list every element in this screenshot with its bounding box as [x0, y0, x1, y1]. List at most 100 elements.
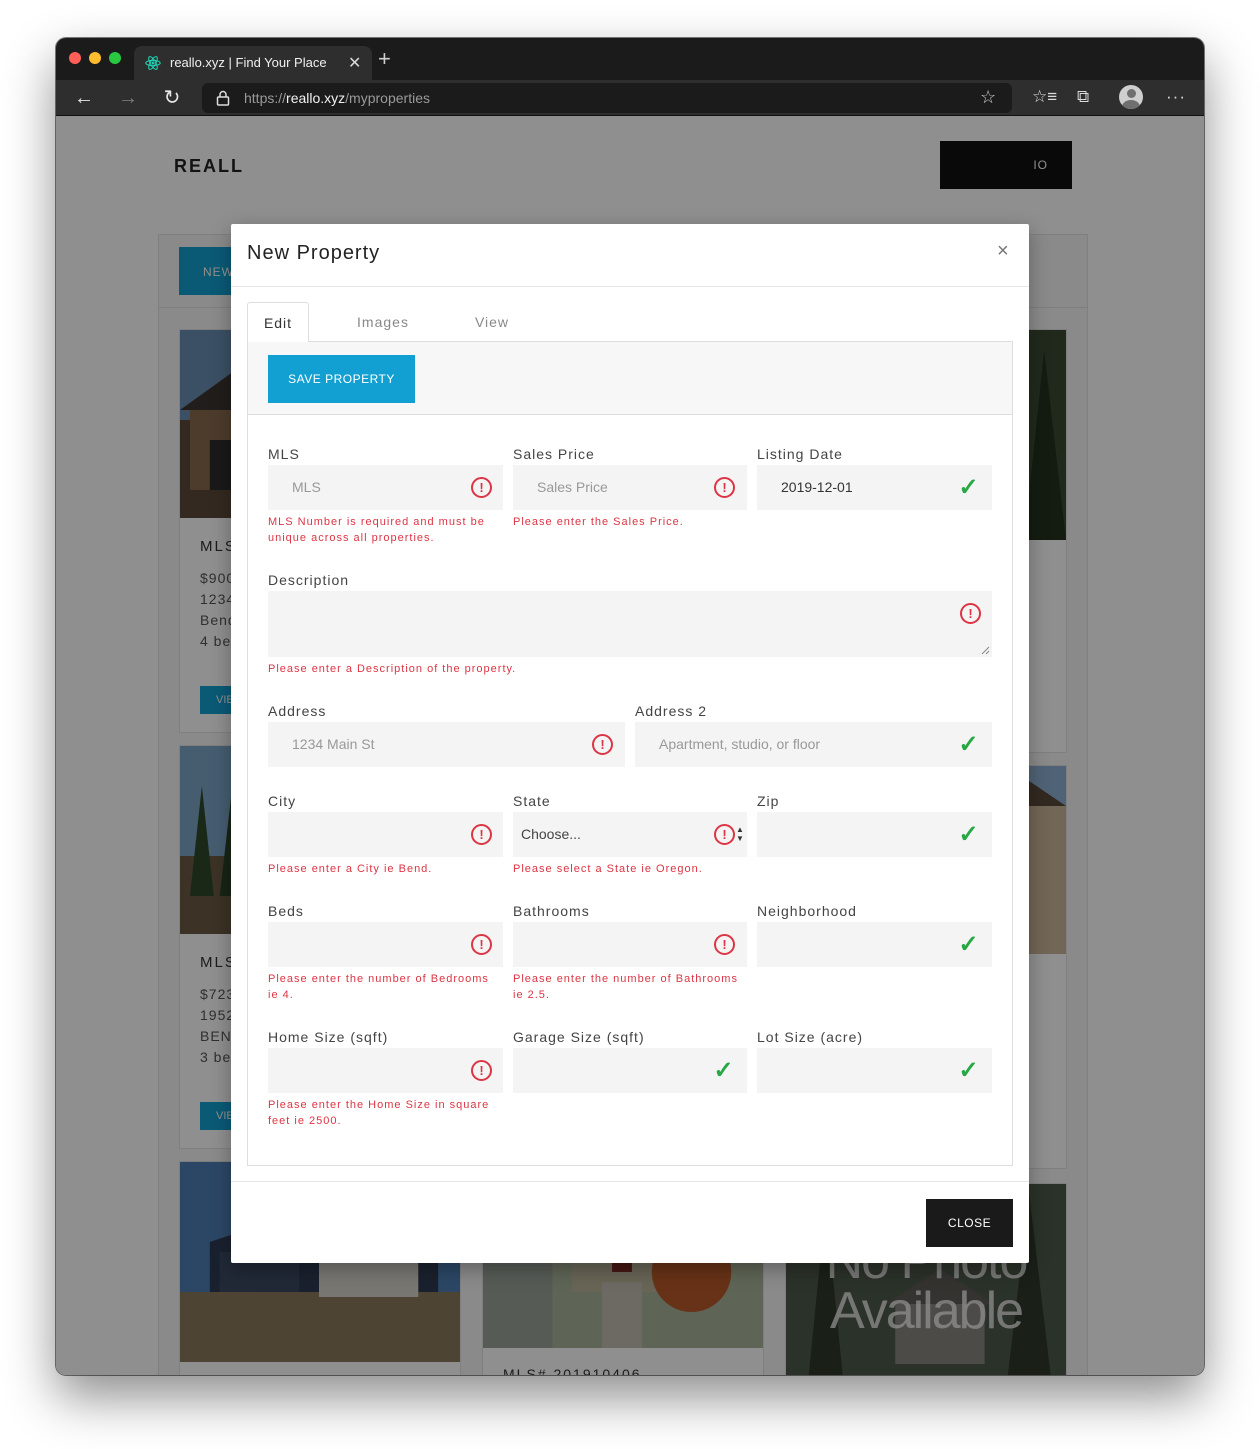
form-action-bar: SAVE PROPERTY — [248, 342, 1012, 415]
save-property-button[interactable]: SAVE PROPERTY — [268, 355, 415, 403]
close-window-button[interactable] — [69, 52, 81, 64]
lot-size-label: Lot Size (acre) — [757, 1029, 864, 1045]
select-arrows-icon: ▲ ▼ — [736, 825, 744, 843]
beds-input[interactable]: ! — [268, 922, 503, 967]
home-size-label: Home Size (sqft) — [268, 1029, 389, 1045]
url-scheme: https:// — [244, 90, 287, 106]
tab-title: reallo.xyz | Find Your Place — [170, 55, 327, 70]
collections-icon[interactable]: ⧉ — [1077, 87, 1089, 107]
resize-handle-icon[interactable] — [981, 646, 990, 655]
sales-price-input[interactable]: Sales Price ! — [513, 465, 747, 510]
mls-input[interactable]: MLS ! — [268, 465, 503, 510]
back-arrow-icon[interactable]: ← — [70, 84, 98, 112]
url-path: /myproperties — [345, 90, 430, 106]
sales-price-error: Please enter the Sales Price. — [513, 516, 684, 528]
mls-label: MLS — [268, 446, 300, 462]
description-label: Description — [268, 572, 350, 588]
garage-size-input[interactable]: ✓ — [513, 1048, 747, 1093]
error-icon: ! — [471, 934, 492, 955]
checkmark-icon: ✓ — [713, 1057, 734, 1084]
sales-price-label: Sales Price — [513, 446, 595, 462]
checkmark-icon: ✓ — [958, 731, 979, 758]
lock-icon — [216, 90, 230, 106]
bathrooms-error: Please enter the number of Bathrooms ie … — [513, 973, 738, 1001]
state-error: Please select a State ie Oregon. — [513, 863, 703, 875]
favorite-star-icon[interactable]: ☆ — [980, 87, 996, 108]
react-logo-icon — [145, 56, 161, 70]
maximize-window-button[interactable] — [109, 52, 121, 64]
modal-title: New Property — [247, 242, 381, 264]
error-icon: ! — [471, 1060, 492, 1081]
city-label: City — [268, 793, 297, 809]
bathrooms-label: Bathrooms — [513, 903, 590, 919]
city-input[interactable]: ! — [268, 812, 503, 857]
url-host: reallo.xyz — [286, 90, 346, 106]
avatar-body — [1122, 100, 1140, 109]
description-textarea[interactable]: ! — [268, 591, 992, 657]
modal-footer-divider — [231, 1181, 1029, 1182]
error-icon: ! — [714, 824, 735, 845]
tab-strip: reallo.xyz | Find Your Place ✕ + — [56, 38, 1204, 80]
tab-view[interactable]: View — [459, 302, 525, 342]
city-error: Please enter a City ie Bend. — [268, 863, 433, 875]
checkmark-icon: ✓ — [958, 821, 979, 848]
address2-label: Address 2 — [635, 703, 708, 719]
zip-label: Zip — [757, 793, 780, 809]
address2-placeholder: Apartment, studio, or floor — [659, 736, 821, 752]
state-select[interactable]: Choose... ! ▲ ▼ — [513, 812, 747, 857]
listing-date-input[interactable]: 2019-12-01 ✓ — [757, 465, 992, 510]
error-icon: ! — [592, 734, 613, 755]
home-size-input[interactable]: ! — [268, 1048, 503, 1093]
address2-input[interactable]: Apartment, studio, or floor ✓ — [635, 722, 992, 767]
neighborhood-input[interactable]: ✓ — [757, 922, 992, 967]
property-form: SAVE PROPERTY MLS MLS ! MLS Number is re… — [247, 342, 1013, 1166]
reload-icon[interactable]: ↻ — [158, 84, 186, 112]
forward-arrow-icon[interactable]: → — [114, 84, 142, 112]
close-tab-icon[interactable]: ✕ — [348, 53, 361, 73]
beds-label: Beds — [268, 903, 304, 919]
address-placeholder: 1234 Main St — [292, 736, 375, 752]
tab-edit[interactable]: Edit — [247, 302, 309, 343]
browser-window: reallo.xyz | Find Your Place ✕ + ← → ↻ h… — [56, 38, 1204, 1375]
address-bar[interactable]: https://reallo.xyz/myproperties ☆ — [202, 83, 1012, 113]
description-error: Please enter a Description of the proper… — [268, 663, 517, 675]
new-tab-icon[interactable]: + — [378, 48, 391, 70]
checkmark-icon: ✓ — [958, 931, 979, 958]
garage-size-label: Garage Size (sqft) — [513, 1029, 645, 1045]
error-icon: ! — [471, 477, 492, 498]
listing-date-value: 2019-12-01 — [781, 479, 853, 495]
address-label: Address — [268, 703, 327, 719]
page-content: REALL IO NEW MLS $900 1234 Bend 4 be VIE — [56, 116, 1204, 1375]
url-text: https://reallo.xyz/myproperties — [244, 90, 430, 106]
error-icon: ! — [960, 603, 981, 624]
home-size-error: Please enter the Home Size in square fee… — [268, 1099, 490, 1127]
zip-input[interactable]: ✓ — [757, 812, 992, 857]
lot-size-input[interactable]: ✓ — [757, 1048, 992, 1093]
beds-error: Please enter the number of Bedrooms ie 4… — [268, 973, 489, 1001]
listing-date-label: Listing Date — [757, 446, 843, 462]
address-input[interactable]: 1234 Main St ! — [268, 722, 625, 767]
avatar-head — [1127, 89, 1136, 98]
checkmark-icon: ✓ — [958, 1057, 979, 1084]
bathrooms-input[interactable]: ! — [513, 922, 747, 967]
neighborhood-label: Neighborhood — [757, 903, 857, 919]
close-icon[interactable]: × — [997, 240, 1009, 263]
error-icon: ! — [471, 824, 492, 845]
sales-price-placeholder: Sales Price — [537, 479, 608, 495]
more-menu-icon[interactable]: ··· — [1166, 87, 1186, 107]
modal-tabs: Edit Images View — [247, 302, 1013, 343]
state-selected-value: Choose... — [521, 826, 581, 842]
checkmark-icon: ✓ — [958, 474, 979, 501]
modal-header-divider — [231, 286, 1029, 287]
close-button[interactable]: CLOSE — [926, 1199, 1013, 1247]
minimize-window-button[interactable] — [89, 52, 101, 64]
favorites-list-icon[interactable]: ☆≡ — [1032, 87, 1057, 107]
new-property-modal: New Property × Edit Images View SAVE PRO… — [231, 224, 1029, 1263]
error-icon: ! — [714, 934, 735, 955]
mls-error: MLS Number is required and must be uniqu… — [268, 516, 485, 544]
mls-placeholder: MLS — [292, 479, 321, 495]
profile-avatar-icon[interactable] — [1119, 85, 1143, 109]
browser-toolbar: ← → ↻ https://reallo.xyz/myproperties ☆ … — [56, 80, 1204, 116]
browser-tab[interactable]: reallo.xyz | Find Your Place ✕ — [134, 46, 372, 80]
tab-images[interactable]: Images — [339, 302, 427, 342]
